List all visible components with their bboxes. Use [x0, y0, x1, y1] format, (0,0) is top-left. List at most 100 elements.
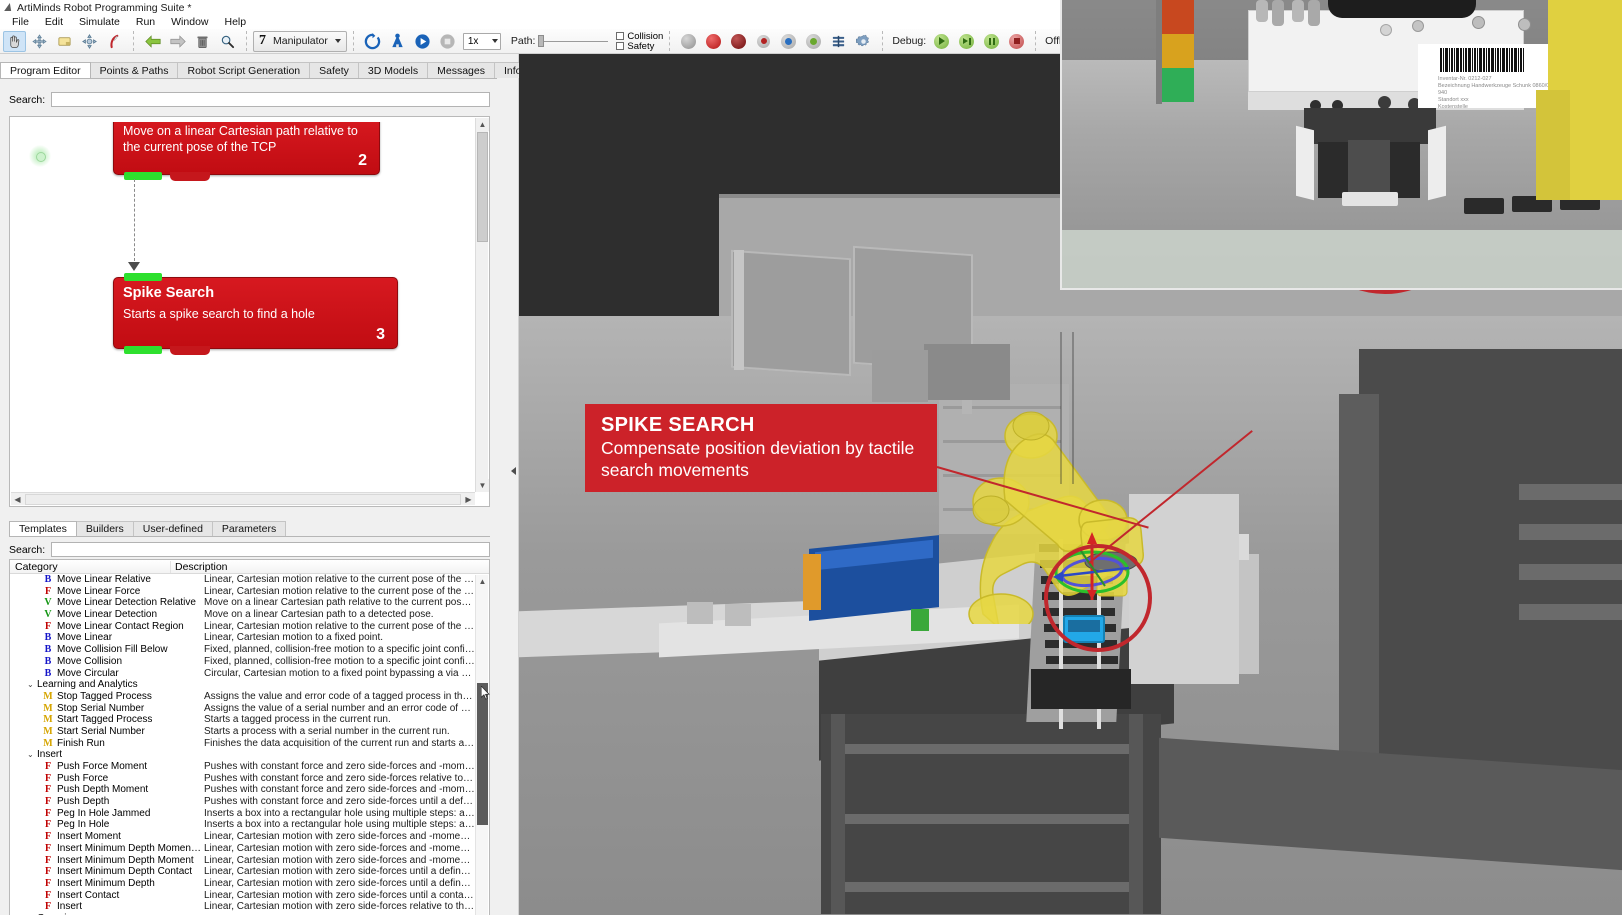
column-header-category[interactable]: Category	[10, 561, 170, 573]
tab-3d-models[interactable]: 3D Models	[357, 62, 429, 78]
program-block-spike-search[interactable]: Spike Search Starts a spike search to fi…	[113, 273, 398, 355]
menu-item-edit[interactable]: Edit	[37, 15, 71, 29]
template-row[interactable]: F Move Linear Force Linear, Cartesian moti…	[10, 586, 475, 598]
template-row[interactable]: M Start Tagged Process Starts a tagged pro…	[10, 714, 475, 726]
canvas-horizontal-scrollbar[interactable]: ◀ ▶	[11, 492, 475, 505]
template-row[interactable]: F Peg In Hole Jammed Inserts a box into a …	[10, 808, 475, 820]
canvas-hscroll-thumb[interactable]	[25, 494, 461, 505]
scroll-right-arrow-icon[interactable]: ▶	[462, 493, 475, 506]
template-row[interactable]: F Peg In Hole Inserts a box into a rectang…	[10, 819, 475, 831]
select-hand-tool-button[interactable]	[3, 30, 26, 52]
program-canvas-surface[interactable]: Move on a linear Cartesian path relative…	[15, 122, 473, 489]
stack-button[interactable]	[827, 31, 850, 52]
chevron-down-icon[interactable]: ⌄	[27, 749, 37, 761]
template-list-scroll-thumb[interactable]	[477, 683, 488, 825]
robot-sim-button[interactable]	[386, 31, 409, 52]
reset-sim-button[interactable]	[361, 31, 384, 52]
path-slider-knob[interactable]	[538, 35, 545, 47]
menu-item-file[interactable]: File	[4, 15, 37, 29]
template-row[interactable]: F Push Force Pushes with constant force an…	[10, 773, 475, 785]
template-row[interactable]: M Finish Run Finishes the data acquisition…	[10, 738, 475, 750]
template-list[interactable]: Category Description B Move Linear Relati…	[9, 559, 490, 915]
collision-checkbox-row[interactable]: Collision	[616, 31, 663, 41]
tab-safety[interactable]: Safety	[309, 62, 359, 78]
camera-inset-view[interactable]: Inventar-Nr. 0212-027 Bezeichnung Handwe…	[1060, 0, 1622, 290]
column-header-description[interactable]: Description	[170, 560, 489, 573]
tab-robot-script-generation[interactable]: Robot Script Generation	[177, 62, 311, 78]
menu-item-run[interactable]: Run	[128, 15, 163, 29]
program-search-input[interactable]	[51, 92, 490, 107]
dark-red-button[interactable]	[727, 31, 750, 52]
template-row[interactable]: F Move Linear Contact Region Linear, Carte…	[10, 621, 475, 633]
program-block-move-linear[interactable]: Move on a linear Cartesian path relative…	[113, 122, 380, 181]
template-row[interactable]: F Insert Contact Linear, Cartesian motion …	[10, 890, 475, 902]
speed-select[interactable]: 1x	[462, 32, 501, 50]
tab-messages[interactable]: Messages	[427, 62, 495, 78]
template-row[interactable]: V Move Linear Detection Relative Move on a…	[10, 597, 475, 609]
tab-parameters[interactable]: Parameters	[211, 521, 287, 536]
chevron-down-icon[interactable]: ⌄	[27, 679, 37, 691]
template-row[interactable]: F Insert Minimum Depth Contact Linear, Car…	[10, 866, 475, 878]
template-row[interactable]: M Stop Tagged Process Assigns the value an…	[10, 691, 475, 703]
template-search-input[interactable]	[51, 542, 490, 557]
pose-tool-button[interactable]	[78, 31, 101, 52]
template-group-row[interactable]: ⌄ Insert	[10, 749, 475, 761]
collision-checkbox[interactable]	[616, 32, 625, 40]
template-list-body[interactable]: B Move Linear Relative Linear, Cartesian m…	[10, 574, 475, 915]
green-dot-button[interactable]	[802, 31, 825, 52]
scroll-down-arrow-icon[interactable]: ▼	[476, 479, 489, 492]
debug-pause-button[interactable]	[980, 31, 1003, 52]
menu-item-simulate[interactable]: Simulate	[71, 15, 128, 29]
arc-tool-button[interactable]	[103, 31, 126, 52]
template-row[interactable]: F Insert Linear, Cartesian motion with zer…	[10, 901, 475, 913]
template-row[interactable]: M Stop Serial Number Assigns the value of …	[10, 703, 475, 715]
tab-builders[interactable]: Builders	[75, 521, 134, 536]
tab-points-paths[interactable]: Points & Paths	[89, 62, 179, 78]
panel-collapse-handle[interactable]	[508, 464, 519, 478]
play-sim-button[interactable]	[411, 31, 434, 52]
debug-step-button[interactable]	[955, 31, 978, 52]
template-row[interactable]: F Push Depth Moment Pushes with constant f…	[10, 784, 475, 796]
settings-button[interactable]	[852, 31, 875, 52]
small-red-button[interactable]	[752, 31, 775, 52]
template-row[interactable]: F Push Depth Pushes with constant force an…	[10, 796, 475, 808]
template-row[interactable]: B Move Linear Relative Linear, Cartesian m…	[10, 574, 475, 586]
tab-program-editor[interactable]: Program Editor	[0, 62, 91, 78]
gray-sphere-button[interactable]	[677, 31, 700, 52]
move-tool-button[interactable]	[28, 31, 51, 52]
template-row[interactable]: F Push Force Moment Pushes with constant f…	[10, 761, 475, 773]
menu-item-help[interactable]: Help	[217, 15, 255, 29]
tab-templates[interactable]: Templates	[9, 521, 77, 536]
scroll-up-arrow-icon[interactable]: ▲	[476, 118, 489, 131]
safety-checkbox[interactable]	[616, 42, 625, 50]
template-row[interactable]: B Move Collision Fixed, planned, collision…	[10, 656, 475, 668]
canvas-vscroll-thumb[interactable]	[477, 132, 488, 242]
scroll-left-arrow-icon[interactable]: ◀	[11, 493, 24, 506]
template-row[interactable]: F Insert Minimum Depth Moment Linear, Cart…	[10, 855, 475, 867]
menu-item-window[interactable]: Window	[163, 15, 216, 29]
debug-play-button[interactable]	[930, 31, 953, 52]
template-row[interactable]: M Start Serial Number Starts a process wit…	[10, 726, 475, 738]
undo-button[interactable]	[141, 31, 164, 52]
scroll-up-arrow-icon[interactable]: ▲	[476, 575, 489, 588]
template-row[interactable]: B Move Collision Fill Below Fixed, planned…	[10, 644, 475, 656]
template-row[interactable]: V Move Linear Detection Move on a linear C…	[10, 609, 475, 621]
stop-sim-button[interactable]	[436, 31, 459, 52]
redo-button[interactable]	[166, 31, 189, 52]
canvas-vertical-scrollbar[interactable]: ▲ ▼	[475, 118, 489, 492]
path-slider[interactable]	[538, 34, 609, 48]
blue-dot-button[interactable]	[777, 31, 800, 52]
template-row[interactable]: F Insert Minimum Depth Linear, Cartesian m…	[10, 878, 475, 890]
debug-stop-button[interactable]	[1005, 31, 1028, 52]
zoom-button[interactable]	[216, 31, 239, 52]
safety-checkbox-row[interactable]: Safety	[616, 41, 663, 51]
note-tool-button[interactable]	[53, 31, 76, 52]
template-list-scrollbar[interactable]: ▲ ▼	[475, 575, 488, 915]
manipulator-selector[interactable]: 7 Manipulator	[253, 30, 347, 52]
red-record-button[interactable]	[702, 31, 725, 52]
program-canvas[interactable]: Move on a linear Cartesian path relative…	[9, 116, 490, 507]
delete-button[interactable]	[191, 31, 214, 52]
tab-user-defined[interactable]: User-defined	[132, 521, 213, 536]
template-row[interactable]: B Move Circular Circular, Cartesian motion…	[10, 668, 475, 680]
template-row[interactable]: F Insert Minimum Depth Moment ... Linear, …	[10, 843, 475, 855]
